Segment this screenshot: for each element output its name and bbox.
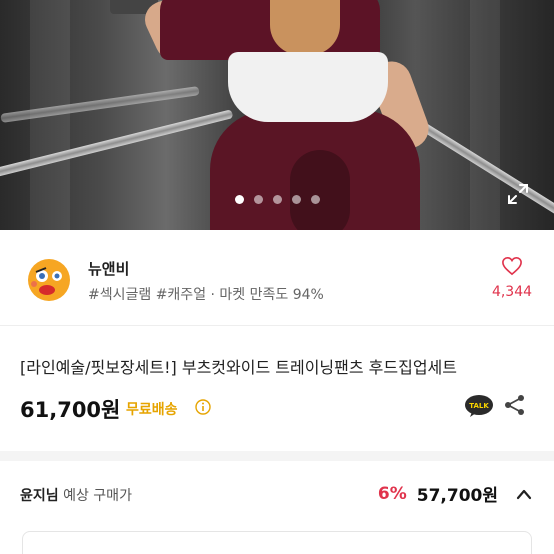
- model-shirt: [228, 52, 388, 122]
- gallery-dot[interactable]: [234, 195, 244, 204]
- gallery-dot[interactable]: [253, 195, 263, 204]
- shipping-badge: 무료배송: [126, 402, 178, 418]
- coupon-detail-box: [22, 531, 532, 554]
- expected-price-text: 예상 구매가: [63, 488, 132, 504]
- discount-rate: 6%: [377, 483, 407, 504]
- like-button[interactable]: 4,344: [486, 256, 538, 300]
- seller-tags: #섹시글램 #캐주얼 · 마켓 만족도 94%: [88, 287, 324, 303]
- like-count: 4,344: [491, 284, 533, 300]
- share-icon[interactable]: [504, 394, 526, 416]
- info-icon[interactable]: [195, 399, 211, 415]
- seller-avatar[interactable]: [22, 254, 72, 304]
- expected-price-row[interactable]: 윤지님 예상 구매가 6% 57,700원: [0, 461, 554, 554]
- seller-name[interactable]: 뉴앤비: [88, 258, 129, 279]
- expand-icon[interactable]: [507, 183, 529, 205]
- gallery-dot[interactable]: [291, 195, 301, 204]
- model-pants-shadow: [290, 150, 350, 230]
- product-price: 61,700원: [20, 398, 121, 422]
- expected-price-value: 6% 57,700원: [378, 481, 532, 506]
- seller-row[interactable]: 뉴앤비 #섹시글램 #캐주얼 · 마켓 만족도 94% 4,344: [0, 230, 554, 326]
- section-divider: [0, 451, 554, 461]
- product-info: [라인예술/핏보장세트!] 부츠컷와이드 트레이닝팬츠 후드집업세트 61,70…: [0, 327, 554, 447]
- chevron-up-icon[interactable]: [516, 488, 532, 500]
- user-name: 윤지님: [20, 488, 59, 504]
- gallery-dot[interactable]: [272, 195, 282, 204]
- gallery-dot[interactable]: [310, 195, 320, 204]
- avatar-illustration: [22, 254, 72, 304]
- kakaotalk-icon[interactable]: TALK: [464, 394, 494, 418]
- model-hair: [270, 0, 340, 55]
- expected-price: 57,700원: [416, 486, 498, 506]
- heart-icon[interactable]: [501, 256, 523, 276]
- product-title: [라인예술/핏보장세트!] 부츠컷와이드 트레이닝팬츠 후드집업세트: [20, 358, 457, 377]
- svg-text:TALK: TALK: [469, 402, 489, 410]
- gallery-pagination: [0, 195, 554, 204]
- product-image[interactable]: [0, 0, 554, 230]
- expected-price-label: 윤지님 예상 구매가: [20, 485, 132, 505]
